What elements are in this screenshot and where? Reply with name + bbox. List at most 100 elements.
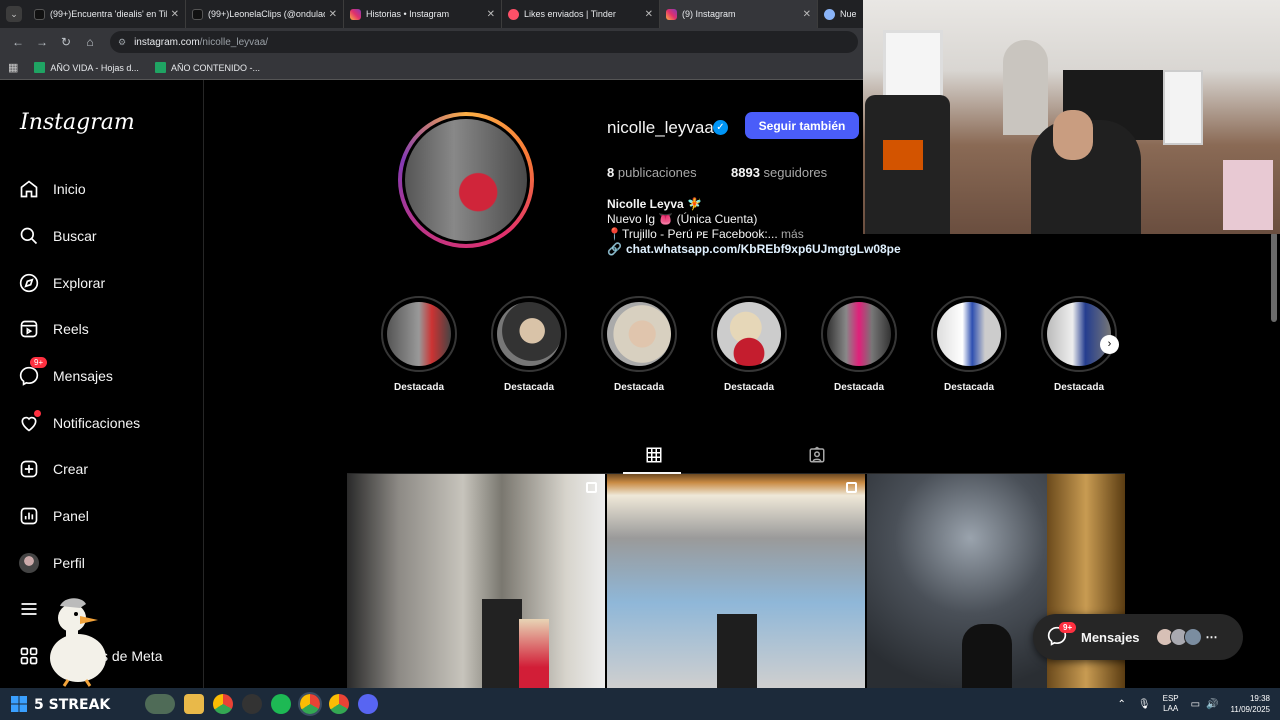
dashboard-icon: [18, 505, 40, 527]
network-icon[interactable]: ▭: [1191, 699, 1200, 710]
bookmark-1[interactable]: AÑO VIDA - Hojas d...: [34, 62, 139, 73]
sidebar-item-explorar[interactable]: Explorar: [18, 272, 105, 294]
sidebar-item-crear[interactable]: Crear: [18, 458, 88, 480]
followers-stat[interactable]: 8893 seguidores: [731, 165, 827, 180]
sidebar-item-reels[interactable]: Reels: [18, 318, 89, 340]
chrome-profile-icon[interactable]: [329, 694, 349, 714]
follow-back-button[interactable]: Seguir también: [745, 112, 859, 139]
browser-tab-4[interactable]: Likes enviados | Tinder ✕: [502, 0, 660, 28]
search-icon: [18, 225, 40, 247]
plus-icon: [18, 458, 40, 480]
sheets-icon: [34, 62, 46, 73]
forward-icon[interactable]: →: [30, 35, 54, 49]
notification-badge: 9+: [1059, 622, 1077, 633]
browser-tab-5-active[interactable]: (9) Instagram ✕: [660, 0, 818, 28]
clock[interactable]: 19:38 11/09/2025: [1231, 693, 1270, 715]
windows-taskbar: 5 STREAK ⌃ 🎙 ESP LAA ▭ 🔊 19:38 11/09/2025: [0, 688, 1280, 720]
system-tray: ⌃ 🎙 ESP LAA ▭ 🔊 19:38 11/09/2025: [1118, 688, 1270, 720]
bookmark-2[interactable]: AÑO CONTENIDO -...: [154, 62, 260, 73]
profile-avatar-story-ring[interactable]: [398, 112, 534, 248]
back-icon[interactable]: ←: [6, 35, 30, 49]
reload-icon[interactable]: ↻: [54, 35, 78, 49]
streak-overlay-text: 5 STREAK: [34, 697, 111, 713]
posts-stat: 8 publicaciones: [607, 165, 697, 180]
tiktok-icon: [34, 8, 45, 20]
sidebar-item-notificaciones[interactable]: Notificaciones: [18, 410, 141, 434]
tab-title: Historias • Instagram: [366, 9, 450, 19]
highlights-next-button[interactable]: ›: [1100, 335, 1119, 354]
close-icon[interactable]: ✕: [171, 9, 179, 20]
sidebar-item-label: Explorar: [53, 275, 106, 291]
language-code: ESP: [1162, 694, 1179, 703]
sidebar-item-inicio[interactable]: Inicio: [18, 178, 86, 200]
reels-icon: [18, 318, 40, 340]
chrome-icon[interactable]: [213, 694, 233, 714]
highlight-item[interactable]: Destacada: [491, 296, 567, 393]
bio-line-1: Nuevo Ig 👅 (Única Cuenta): [607, 212, 758, 226]
browser-tab-1[interactable]: (99+)Encuentra 'diealis' en TikTo ✕: [28, 0, 186, 28]
close-icon[interactable]: ✕: [645, 9, 653, 20]
spotify-icon[interactable]: [271, 694, 291, 714]
bio-line-2: 📍Trujillo - Perú ᴘᴇ Facebook:... más: [607, 227, 804, 241]
tiktok-icon: [192, 8, 203, 20]
instagram-logo[interactable]: Instagram: [20, 110, 135, 135]
bookmarks-bar: ▦ AÑO VIDA - Hojas d... AÑO CONTENIDO -.…: [0, 56, 863, 80]
browser-tab-2[interactable]: (99+)LeonelaClips (@ondulaoc ✕: [186, 0, 344, 28]
windows-start-icon[interactable]: [9, 694, 29, 714]
post-thumbnail[interactable]: [607, 474, 865, 688]
sidebar-item-buscar[interactable]: Buscar: [18, 225, 97, 247]
chrome-active-icon[interactable]: [298, 692, 322, 716]
instagram-icon: [666, 8, 677, 20]
posts-grid-tab[interactable]: [645, 446, 663, 469]
language-indicator[interactable]: ESP LAA: [1163, 694, 1179, 714]
url-path: /nicolle_leyvaa/: [199, 36, 269, 48]
instagram-sidebar: Instagram Inicio Buscar Explorar Reels 9…: [0, 80, 204, 688]
show-hidden-icons-icon[interactable]: ⌃: [1118, 699, 1126, 710]
tab-title: Likes enviados | Tinder: [524, 9, 616, 19]
highlight-item[interactable]: Destacada: [931, 296, 1007, 393]
sidebar-item-panel[interactable]: Panel: [18, 505, 89, 527]
more-link[interactable]: más: [781, 227, 804, 241]
bio-link[interactable]: chat.whatsapp.com/KbREbf9xp6UJmgtgLw08pe: [626, 242, 901, 256]
sidebar-item-label: Crear: [53, 461, 89, 477]
taskbar-widget-icon[interactable]: [145, 694, 175, 714]
followers-label: seguidores: [763, 165, 828, 180]
close-icon[interactable]: ✕: [487, 9, 495, 20]
tab-title: (99+)Encuentra 'diealis' en TikTo: [50, 9, 167, 19]
highlight-item[interactable]: Destacada: [821, 296, 897, 393]
microphone-icon[interactable]: 🎙: [1138, 699, 1151, 710]
sidebar-item-label: Reels: [53, 321, 89, 337]
site-info-icon[interactable]: ⚙: [118, 37, 126, 48]
messages-floating-button[interactable]: 9+ Mensajes ⋯: [1033, 614, 1243, 660]
post-thumbnail[interactable]: [347, 474, 605, 688]
highlight-label: Destacada: [503, 382, 555, 393]
tagged-tab[interactable]: [808, 446, 826, 469]
close-icon[interactable]: ✕: [329, 9, 337, 20]
highlight-item[interactable]: Destacada: [711, 296, 787, 393]
url-field[interactable]: ⚙ instagram.com/nicolle_leyvaa/: [110, 31, 858, 53]
sidebar-item-mensajes[interactable]: 9+ Mensajes: [18, 357, 113, 387]
highlight-item[interactable]: Destacada: [601, 296, 677, 393]
sidebar-item-perfil[interactable]: Perfil: [18, 552, 85, 574]
avatar-icon: [18, 552, 40, 574]
browser-tab-3[interactable]: Historias • Instagram ✕: [344, 0, 502, 28]
recent-avatars: [1155, 628, 1202, 646]
home-button-icon[interactable]: ⌂: [78, 35, 102, 49]
discord-icon[interactable]: [358, 694, 378, 714]
profile-avatar: [405, 119, 527, 241]
file-explorer-icon[interactable]: [184, 694, 204, 714]
tab-search-button[interactable]: ⌄: [6, 6, 22, 22]
close-icon[interactable]: ✕: [803, 9, 811, 20]
sidebar-item-label: Panel: [53, 508, 89, 524]
highlight-label: Destacada: [1053, 382, 1105, 393]
apps-grid-icon[interactable]: ▦: [8, 61, 18, 74]
sidebar-item-label: Notificaciones: [53, 415, 141, 431]
profile-display-name: Nicolle Leyva 🧚: [607, 197, 702, 211]
highlight-item[interactable]: Destacada: [381, 296, 457, 393]
page-scrollbar[interactable]: [1271, 232, 1277, 322]
browser-tab-6[interactable]: Nueva: [818, 0, 862, 28]
app-icon[interactable]: [242, 694, 262, 714]
volume-icon[interactable]: 🔊: [1206, 699, 1218, 710]
bio-link-row[interactable]: 🔗 chat.whatsapp.com/KbREbf9xp6UJmgtgLw08p…: [607, 242, 901, 256]
heart-icon: [18, 410, 41, 434]
